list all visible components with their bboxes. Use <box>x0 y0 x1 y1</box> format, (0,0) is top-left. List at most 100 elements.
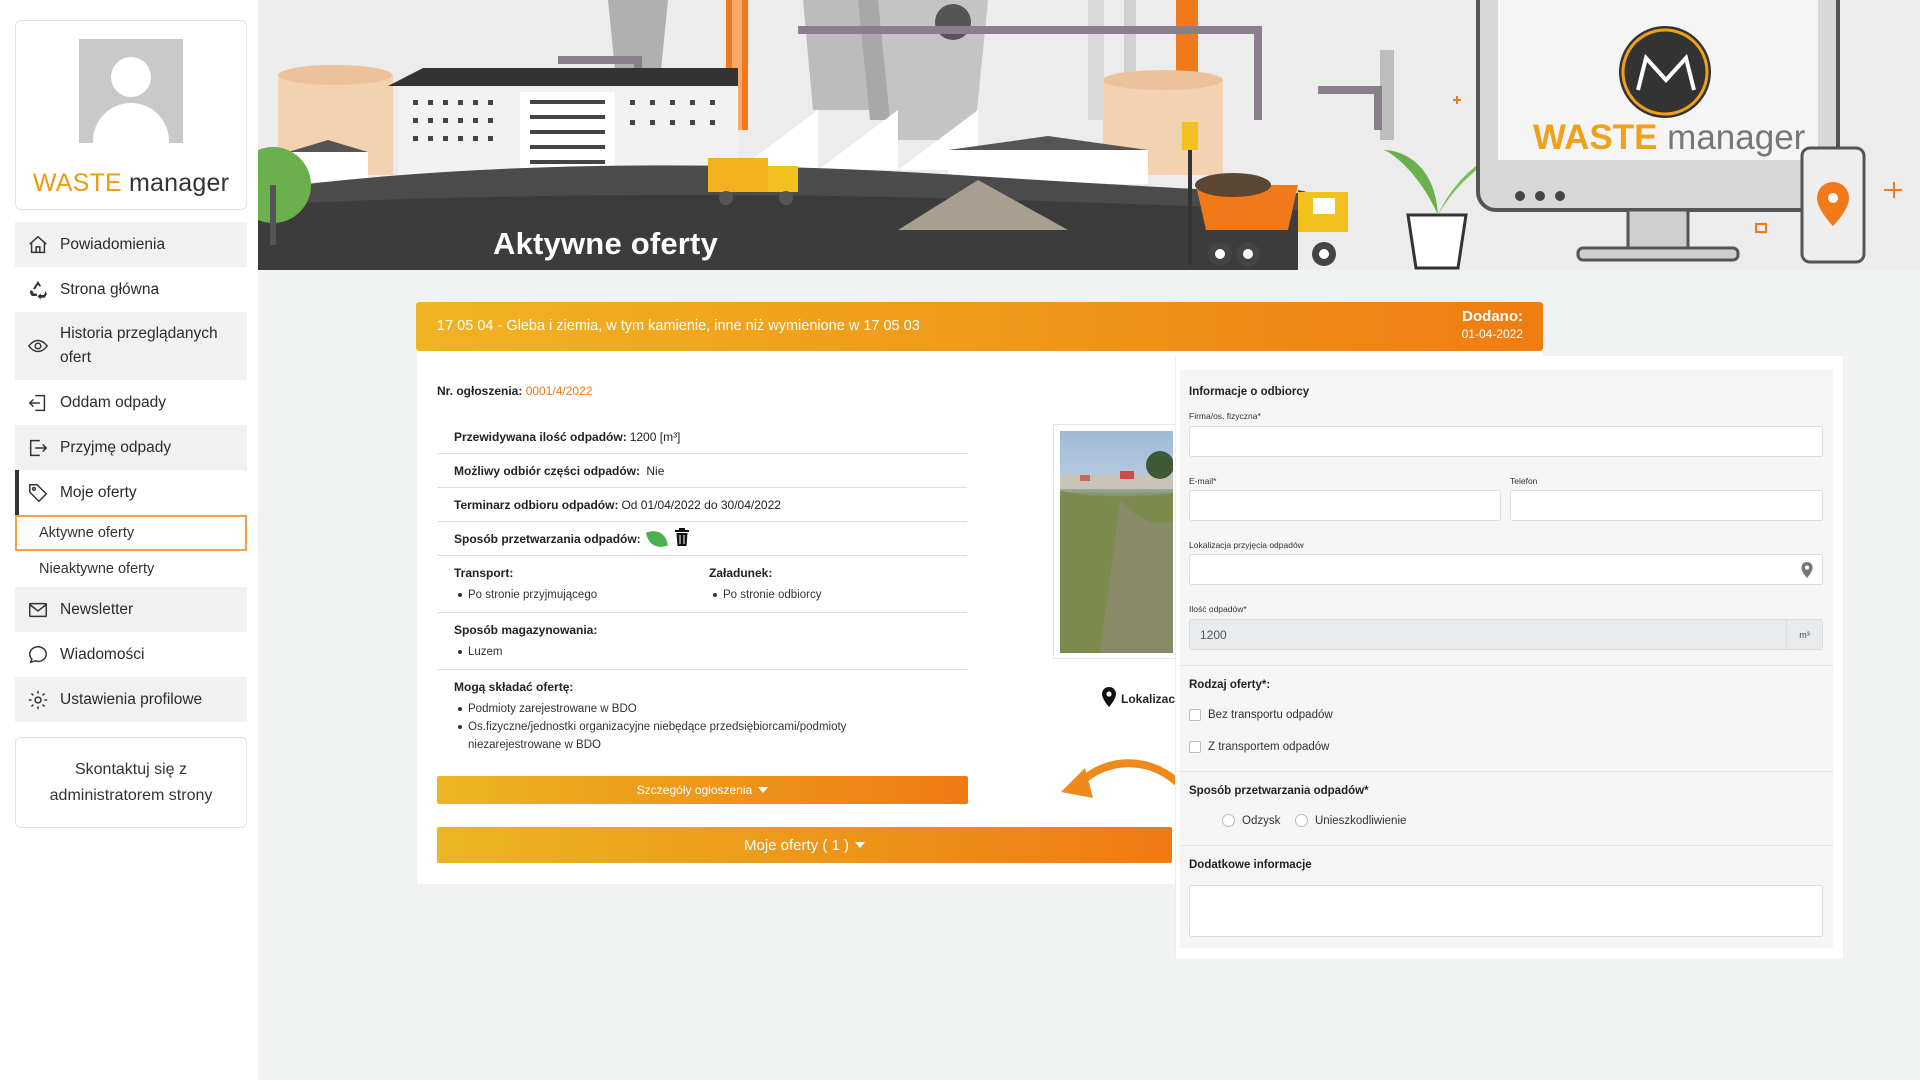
waste-location-input[interactable] <box>1189 554 1823 585</box>
contact-admin-link[interactable]: Skontaktuj się z administratorem strony <box>15 737 247 828</box>
location-label: Lokalizac <box>1102 687 1175 710</box>
sidebar-item-label: Powiadomienia <box>60 235 166 253</box>
email-label: E-mail* <box>1189 476 1217 486</box>
offer-photo-image <box>1060 431 1173 653</box>
offer-title: 17 05 04 - Gleba i ziemia, w tym kamieni… <box>437 318 920 334</box>
eye-icon <box>25 333 51 359</box>
phone-label: Telefon <box>1510 476 1538 486</box>
checkbox[interactable] <box>1189 709 1201 721</box>
offer-added: Dodano: 01-04-2022 <box>1462 308 1523 341</box>
sidebar-item-settings[interactable]: Ustawienia profilowe <box>15 677 247 722</box>
map-pin-icon <box>1102 687 1116 710</box>
sidebar: WASTE manager Powiadomienia Strona główn… <box>0 0 258 1080</box>
mail-icon <box>25 597 51 623</box>
curved-arrow-icon <box>1057 752 1183 813</box>
sidebar-item-label: Przyjmę odpady <box>60 438 172 456</box>
company-label: Firma/os. fizyczna* <box>1189 411 1261 421</box>
list-item: Luzem <box>454 643 967 661</box>
banner-brand-logo: WASTE manager <box>1533 118 1806 157</box>
sidebar-item-my-offers[interactable]: Moje oferty <box>15 470 247 515</box>
sidebar-item-label: Historia przeglądanych ofert <box>60 325 218 366</box>
divider <box>1180 771 1833 772</box>
sidebar-item-label: Oddam odpady <box>60 393 166 411</box>
list-item: Po stronie przyjmującego <box>454 586 709 604</box>
list-item: Os.fizyczne/jednostki organizacyjne nieb… <box>454 718 894 754</box>
sidebar-item-messages[interactable]: Wiadomości <box>15 632 247 677</box>
waste-location-label: Lokalizacja przyjęcia odpadów <box>1189 540 1304 550</box>
offer-type-no-transport[interactable]: Bez transportu odpadów <box>1189 709 1333 721</box>
profile-card: WASTE manager <box>15 20 247 210</box>
detail-who-can-offer: Mogą składać ofertę: Podmioty zarejestro… <box>437 670 967 762</box>
chat-icon <box>25 642 51 668</box>
offer-number-value: 0001/4/2022 <box>525 384 593 398</box>
sidebar-subitem-inactive-offers[interactable]: Nieaktywne oferty <box>15 551 247 587</box>
radio[interactable] <box>1295 814 1308 827</box>
sidebar-item-label: Newsletter <box>60 600 134 618</box>
offer-type-with-transport[interactable]: Z transportem odpadów <box>1189 741 1329 753</box>
additional-info-textarea[interactable] <box>1189 885 1823 937</box>
divider <box>1180 845 1833 846</box>
brand-logo: WASTE manager <box>32 169 230 197</box>
additional-info-label: Dodatkowe informacje <box>1189 859 1312 871</box>
storage-label: Sposób magazynowania: <box>454 623 598 637</box>
detail-partial: Możliwy odbiór części odpadów: Nie <box>437 454 967 488</box>
processing-label: Sposób przetwarzania odpadów* <box>1189 785 1369 797</box>
map-pin-icon <box>1801 562 1813 583</box>
tag-icon <box>25 480 51 506</box>
transport-label: Transport: <box>454 566 514 580</box>
detail-processing: Sposób przetwarzania odpadów: <box>437 522 967 556</box>
detail-term: Terminarz odbioru odpadów: Od 01/04/2022 … <box>437 488 967 522</box>
who-label: Mogą składać ofertę: <box>454 680 574 694</box>
sidebar-item-label: Wiadomości <box>60 645 145 663</box>
loading-label: Załadunek: <box>709 566 773 580</box>
radio[interactable] <box>1222 814 1235 827</box>
caret-down-icon <box>855 842 866 848</box>
sidebar-item-label: Ustawienia profilowe <box>60 690 203 708</box>
offer-type-label: Rodzaj oferty*: <box>1189 679 1271 691</box>
sidebar-nav: Powiadomienia Strona główna Historia prz… <box>15 222 247 722</box>
quantity-label: Ilość odpadów* <box>1189 604 1247 614</box>
offer-photo[interactable] <box>1053 424 1179 659</box>
sidebar-item-label: Strona główna <box>60 280 160 298</box>
checkbox[interactable] <box>1189 741 1201 753</box>
sidebar-subitem-active-offers[interactable]: Aktywne oferty <box>15 515 247 551</box>
detail-transport-loading: Transport: Po stronie przyjmującego Zała… <box>437 556 967 613</box>
trash-icon <box>674 528 690 549</box>
sidebar-item-give-waste[interactable]: Oddam odpady <box>15 380 247 425</box>
sidebar-item-label: Nieaktywne oferty <box>39 561 155 577</box>
quantity-input: 1200 m³ <box>1189 619 1823 650</box>
phone-input[interactable] <box>1510 490 1823 521</box>
sidebar-item-label: Moje oferty <box>60 483 137 501</box>
sidebar-item-accept-waste[interactable]: Przyjmę odpady <box>15 425 247 470</box>
processing-disposal[interactable]: Unieszkodliwienie <box>1295 814 1406 827</box>
receiver-title: Informacje o odbiorcy <box>1189 386 1310 398</box>
sidebar-item-label: Aktywne oferty <box>39 525 135 541</box>
divider <box>1180 665 1833 666</box>
sidebar-item-newsletter[interactable]: Newsletter <box>15 587 247 632</box>
email-input[interactable] <box>1189 490 1501 521</box>
login-icon <box>25 390 51 416</box>
contact-admin-label: Skontaktuj się z administratorem strony <box>49 760 213 804</box>
offer-header: 17 05 04 - Gleba i ziemia, w tym kamieni… <box>416 302 1543 351</box>
sidebar-item-history[interactable]: Historia przeglądanych ofert <box>15 312 247 380</box>
offer-number: Nr. ogłoszenia: 0001/4/2022 <box>437 384 593 398</box>
added-label: Dodano: <box>1462 308 1523 325</box>
header-banner: Aktywne oferty WASTE manager <box>258 0 1920 270</box>
logout-icon <box>25 435 51 461</box>
company-input[interactable] <box>1189 426 1823 457</box>
page-title: Aktywne oferty <box>493 226 719 261</box>
offer-details: Przewidywana ilość odpadów: 1200 [m³] Moż… <box>437 420 967 762</box>
quantity-unit: m³ <box>1786 620 1822 649</box>
list-item: Podmioty zarejestrowane w BDO <box>454 700 967 718</box>
my-offers-button[interactable]: Moje oferty ( 1 ) <box>437 827 1172 863</box>
leaf-icon <box>645 527 668 550</box>
sidebar-item-home[interactable]: Strona główna <box>15 267 247 312</box>
recycle-icon <box>25 277 51 303</box>
detail-storage: Sposób magazynowania: Luzem <box>437 613 967 670</box>
gear-icon <box>25 687 51 713</box>
list-item: Po stronie odbiorcy <box>709 586 964 604</box>
sidebar-item-notifications[interactable]: Powiadomienia <box>15 222 247 267</box>
processing-recovery[interactable]: Odzysk <box>1222 814 1280 827</box>
avatar <box>79 39 183 143</box>
offer-details-button[interactable]: Szczegóły ogłoszenia <box>437 776 968 804</box>
